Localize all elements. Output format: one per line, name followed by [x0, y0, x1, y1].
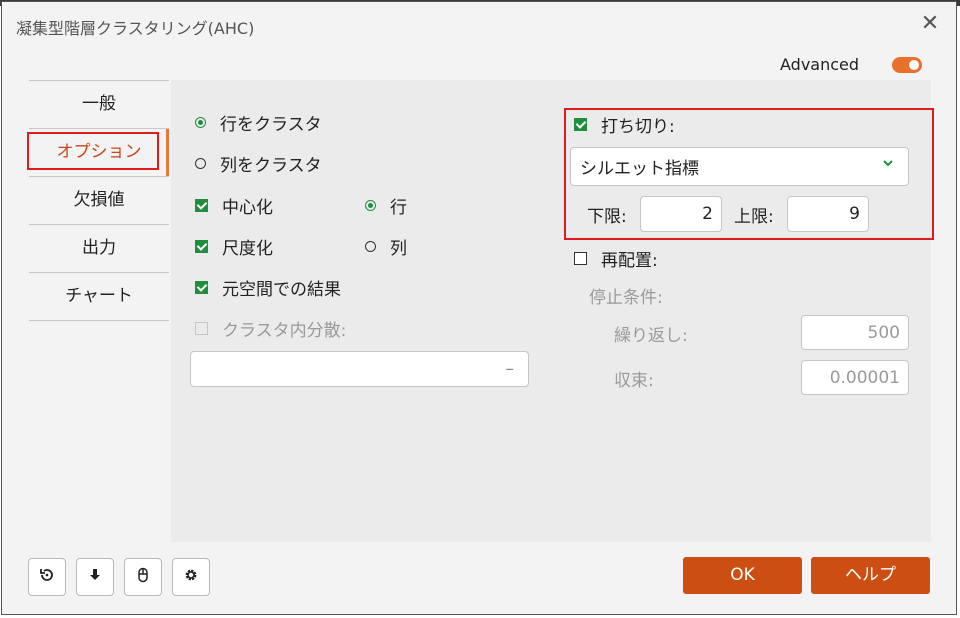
cluster-cols-radio[interactable] [195, 158, 206, 169]
reassign-option[interactable]: 再配置: [574, 246, 658, 271]
ahc-dialog: 凝集型階層クラスタリング(AHC) ✕ Advanced 一般 オプション 欠損… [1, 1, 957, 615]
iterations-input [801, 315, 909, 350]
scaling-option[interactable]: 尺度化 [195, 234, 273, 259]
advanced-label: Advanced [780, 55, 860, 74]
original-space-label: 元空間での結果 [222, 280, 341, 300]
iterations-value [802, 316, 908, 349]
within-variance-label: クラスタ内分散: [222, 321, 347, 341]
cluster-rows-label: 行をクラスタ [220, 115, 322, 135]
truncation-option[interactable]: 打ち切り: [574, 112, 675, 137]
download-button[interactable] [76, 558, 114, 596]
mouse-icon [135, 567, 151, 587]
truncation-criterion-value: シルエット指標 [580, 159, 699, 179]
scaling-col-radio[interactable] [365, 241, 376, 252]
centering-row-label: 行 [390, 198, 407, 218]
advanced-toggle[interactable] [892, 57, 922, 73]
close-icon[interactable]: ✕ [918, 12, 942, 36]
cluster-rows-option[interactable]: 行をクラスタ [195, 110, 322, 135]
original-space-checkbox[interactable] [195, 281, 208, 294]
scaling-col-label: 列 [390, 239, 407, 259]
upper-bound-value[interactable] [788, 197, 868, 231]
tab-options-label: オプション [56, 142, 142, 162]
tab-output[interactable]: 出力 [29, 225, 169, 273]
centering-label: 中心化 [222, 198, 273, 218]
mouse-button[interactable] [124, 558, 162, 596]
download-icon [87, 567, 103, 587]
scaling-label: 尺度化 [222, 239, 273, 259]
scaling-checkbox[interactable] [195, 240, 208, 253]
tab-charts[interactable]: チャート [29, 273, 169, 321]
help-button[interactable]: ヘルプ [811, 557, 930, 594]
truncation-label: 打ち切り: [601, 117, 675, 137]
tab-general-label: 一般 [82, 94, 116, 114]
lower-bound-label: 下限: [587, 207, 627, 227]
tab-output-label: 出力 [82, 238, 116, 258]
tab-list: 一般 オプション 欠損値 出力 チャート [27, 80, 169, 321]
lower-bound-value[interactable] [641, 197, 721, 231]
centering-checkbox[interactable] [195, 199, 208, 212]
convergence-value [802, 361, 908, 394]
iterations-label: 繰り返し: [614, 326, 688, 346]
cluster-cols-option[interactable]: 列をクラスタ [195, 151, 322, 176]
reassign-label: 再配置: [601, 251, 658, 271]
stop-conditions-label: 停止条件: [589, 288, 663, 308]
settings-button[interactable] [172, 558, 210, 596]
within-variance-option: クラスタ内分散: [195, 316, 346, 341]
tab-options[interactable]: オプション [27, 129, 169, 177]
ok-button[interactable]: OK [683, 557, 802, 594]
lower-bound-input[interactable] [640, 196, 722, 232]
centering-row-radio[interactable] [365, 200, 376, 211]
convergence-input [801, 360, 909, 395]
iterations-row: 繰り返し: [614, 321, 688, 346]
gear-icon [183, 567, 199, 587]
within-variance-arrow: – [505, 359, 515, 379]
dialog-title: 凝集型階層クラスタリング(AHC) [16, 19, 255, 38]
reassign-checkbox[interactable] [574, 252, 587, 265]
within-variance-select: – [190, 351, 529, 387]
convergence-label: 収束: [614, 371, 654, 391]
tab-general[interactable]: 一般 [29, 80, 169, 129]
truncation-criterion-select[interactable]: シルエット指標 [570, 147, 909, 186]
within-variance-checkbox [195, 322, 208, 335]
title-bar: 凝集型階層クラスタリング(AHC) ✕ [2, 2, 956, 48]
upper-bound-label: 上限: [734, 207, 774, 227]
chevron-down-icon [882, 157, 894, 172]
lower-bound-row: 下限: [587, 202, 627, 227]
original-space-option[interactable]: 元空間での結果 [195, 275, 341, 300]
cluster-rows-radio[interactable] [195, 117, 206, 128]
convergence-row: 収束: [614, 366, 654, 391]
tab-missing-label: 欠損値 [73, 190, 125, 210]
stop-conditions-row: 停止条件: [589, 283, 663, 308]
truncation-checkbox[interactable] [574, 118, 587, 131]
upper-bound-input[interactable] [787, 196, 869, 232]
centering-row-option[interactable]: 行 [365, 193, 407, 218]
upper-bound-row: 上限: [734, 202, 774, 227]
reset-button[interactable] [28, 558, 66, 596]
reset-icon [39, 567, 55, 587]
scaling-col-option[interactable]: 列 [365, 234, 407, 259]
tab-missing[interactable]: 欠損値 [29, 177, 169, 225]
tab-charts-label: チャート [65, 286, 133, 306]
cluster-cols-label: 列をクラスタ [220, 156, 322, 176]
centering-option[interactable]: 中心化 [195, 193, 273, 218]
